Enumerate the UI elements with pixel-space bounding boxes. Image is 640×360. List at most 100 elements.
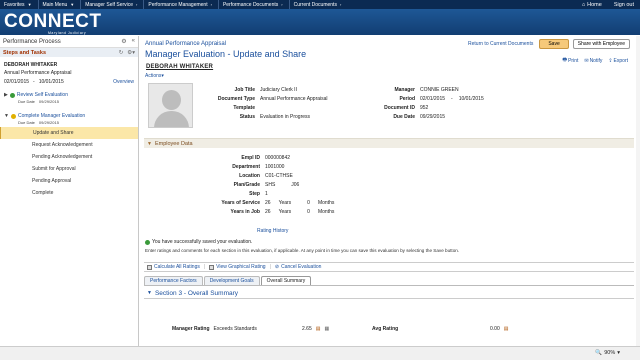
- subtask-pending-approval[interactable]: Pending Approval: [0, 175, 138, 187]
- cancel-icon: ⊘: [274, 264, 280, 270]
- tab-development-goals[interactable]: Development Goals: [203, 276, 260, 285]
- label: Avg Rating: [372, 326, 399, 332]
- subtask-pending-acknowledgement[interactable]: Pending Acknowledgement: [0, 151, 138, 163]
- value: 0: [307, 200, 310, 206]
- calculator-icon[interactable]: ▤: [504, 326, 509, 332]
- zoom-control[interactable]: 🔍 90% ▾: [595, 350, 620, 356]
- unit: Years: [278, 209, 292, 215]
- label: Department: [232, 164, 260, 170]
- years-in-job-row: Years in Job 26 Years 0 Months: [200, 209, 335, 215]
- actions-label: Actions: [145, 73, 162, 79]
- tab-overall-summary[interactable]: Overall Summary: [260, 276, 312, 285]
- notify-button[interactable]: ✉ Notify: [584, 57, 602, 65]
- collapse-arrow-icon[interactable]: ▼: [147, 141, 152, 147]
- due-label: Due Date: [18, 120, 35, 125]
- value: Evaluation in Progress: [260, 114, 311, 120]
- actions-menu[interactable]: Actions▾: [145, 73, 164, 79]
- share-with-employee-button[interactable]: Share with Employee: [572, 39, 630, 49]
- collapse-arrow-icon[interactable]: ▼: [147, 290, 152, 296]
- export-label: Export: [613, 58, 628, 64]
- subtask-submit-for-approval[interactable]: Submit for Approval: [0, 163, 138, 175]
- complete-check-icon: [9, 92, 15, 98]
- rating-history-link[interactable]: Rating History: [257, 228, 288, 234]
- vertical-scrollbar[interactable]: [636, 36, 640, 346]
- view-graphical-rating-button[interactable]: View Graphical Rating: [209, 264, 266, 270]
- tab-performance-factors[interactable]: Performance Factors: [144, 276, 203, 285]
- value: C01-CTHSE: [265, 173, 293, 179]
- label: Years of Service: [221, 200, 260, 206]
- years-of-service-row: Years of Service 26 Years 0 Months: [200, 200, 334, 206]
- expand-arrow-icon[interactable]: ▶: [4, 92, 8, 98]
- breadcrumb: Annual Performance Appraisal: [145, 41, 227, 47]
- connect-logo: CONNECT: [4, 11, 102, 32]
- collapse-icon[interactable]: «: [132, 38, 135, 45]
- menu-manager-self-service[interactable]: Manager Self Service ›: [81, 0, 145, 9]
- divider: |: [203, 264, 206, 270]
- avg-rating-score: 0.00 ▤: [490, 326, 508, 332]
- label: Years in Job: [230, 209, 260, 215]
- menu-favorites[interactable]: Favorites ▼: [0, 0, 39, 9]
- printer-icon: 🖶: [562, 57, 568, 63]
- calculator-icon[interactable]: ▤: [316, 326, 321, 332]
- department-row: Department 1001000: [200, 164, 284, 170]
- return-to-current-documents-link[interactable]: Return to Current Documents: [468, 41, 533, 47]
- signout-label: Sign out: [613, 1, 634, 8]
- details-icon[interactable]: ▦: [324, 326, 329, 332]
- menu-current-documents[interactable]: Current Documents ›: [290, 0, 348, 9]
- success-check-icon: [145, 239, 150, 245]
- menu-performance-management[interactable]: Performance Management ›: [144, 0, 219, 9]
- home-link[interactable]: ⌂ Home: [576, 2, 608, 8]
- cancel-evaluation-button[interactable]: ⊘ Cancel Evaluation: [275, 264, 322, 270]
- overview-link[interactable]: Overview: [113, 79, 134, 85]
- signout-link[interactable]: Sign out: [608, 2, 640, 8]
- toolbar: 🖶 Print ✉ Notify ⇪ Export: [562, 57, 628, 65]
- left-panel: Performance Process ⚙ « Steps and Tasks …: [0, 36, 139, 346]
- chevron-down-icon: ▼: [27, 2, 32, 7]
- menu-label: Current Documents: [293, 1, 337, 8]
- evaluation-tabs: Performance Factors Development Goals Ov…: [144, 276, 312, 285]
- due-value: 09/29/2015: [38, 99, 59, 104]
- value: 1001000: [265, 164, 285, 170]
- employee-data-section-header[interactable]: ▼ Employee Data: [144, 138, 634, 148]
- zoom-level: 90%: [604, 350, 616, 356]
- chevron-down-icon: ▾: [161, 73, 164, 79]
- value: 952: [420, 105, 429, 111]
- chevron-down-icon: ▼: [70, 2, 75, 7]
- employee-name-heading: DEBORAH WHITAKER: [146, 64, 214, 70]
- print-label: Print: [568, 58, 579, 64]
- section-title: Section 3 - Overall Summary: [154, 289, 239, 297]
- save-button[interactable]: Save: [539, 39, 569, 49]
- section-3-header[interactable]: ▼ Section 3 - Overall Summary: [144, 288, 634, 299]
- value: Annual Performance Appraisal: [260, 96, 328, 102]
- task-label: Complete Manager Evaluation: [17, 113, 86, 119]
- value: 09/29/2015: [420, 114, 446, 120]
- date-from: 02/01/2015: [4, 79, 30, 85]
- calculate-all-ratings-button[interactable]: Calculate All Ratings: [147, 264, 200, 270]
- subtask-update-and-share[interactable]: Update and Share: [0, 127, 138, 139]
- value: 26: [265, 209, 271, 215]
- subtask-request-acknowledgement[interactable]: Request Acknowledgement: [0, 139, 138, 151]
- home-icon: ⌂: [581, 1, 586, 8]
- collapse-arrow-icon[interactable]: ▼: [4, 113, 9, 119]
- step-row: Step 1: [200, 191, 268, 197]
- document-dates: 02/01/2015 - 10/01/2015 Overview: [0, 78, 138, 86]
- chevron-right-icon: ›: [210, 2, 212, 7]
- empl-id-row: Empl ID 000000842: [200, 155, 290, 161]
- gear-icon[interactable]: ⚙▾: [127, 50, 135, 56]
- refresh-icon[interactable]: ↻: [119, 50, 124, 56]
- subtask-complete[interactable]: Complete: [0, 187, 138, 199]
- success-text: You have successfully saved your evaluat…: [152, 239, 253, 245]
- top-links: Return to Current Documents Save Share w…: [468, 39, 630, 49]
- settings-icon[interactable]: ⚙: [121, 38, 126, 45]
- menu-label: Main Menu: [42, 1, 68, 8]
- location-row: Location C01-CTHSE: [200, 173, 293, 179]
- menu-label: Performance Documents: [222, 1, 279, 8]
- value: 0.00: [490, 326, 500, 332]
- export-button[interactable]: ⇪ Export: [608, 57, 628, 65]
- print-button[interactable]: 🖶 Print: [562, 57, 578, 65]
- menu-main-menu[interactable]: Main Menu ▼: [39, 0, 82, 9]
- employee-name: DEBORAH WHITAKER: [4, 62, 58, 68]
- mail-icon: ✉: [584, 58, 589, 64]
- menu-performance-documents[interactable]: Performance Documents ›: [219, 0, 290, 9]
- chevron-right-icon: ›: [281, 2, 283, 7]
